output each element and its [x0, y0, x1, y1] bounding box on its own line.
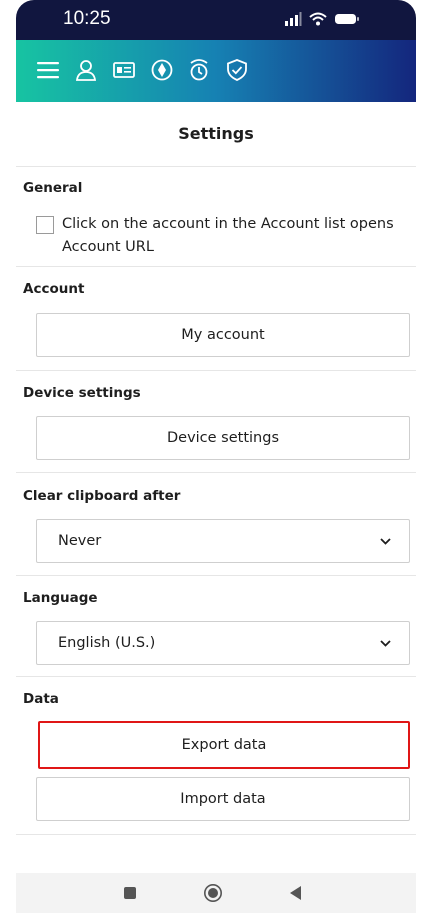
- chevron-down-icon: [379, 637, 391, 649]
- device-settings-button[interactable]: Device settings: [36, 416, 410, 460]
- clear-clipboard-select[interactable]: Never: [36, 519, 410, 563]
- language-select[interactable]: English (U.S.): [36, 621, 410, 665]
- user-icon[interactable]: [71, 55, 101, 85]
- recents-icon[interactable]: [118, 883, 142, 903]
- section-title-device-settings: Device settings: [23, 385, 141, 401]
- section-title-general: General: [23, 180, 83, 196]
- home-icon[interactable]: [201, 883, 225, 903]
- id-card-icon[interactable]: [109, 55, 139, 85]
- page-title: Settings: [16, 102, 416, 167]
- section-title-language: Language: [23, 590, 98, 606]
- section-general: General Click on the account in the Acco…: [16, 167, 416, 267]
- section-title-clear-clipboard: Clear clipboard after: [23, 488, 181, 504]
- stopwatch-icon[interactable]: [184, 55, 214, 85]
- section-device-settings: Device settings Device settings: [16, 371, 416, 473]
- signal-icon: [284, 11, 302, 30]
- import-data-button[interactable]: Import data: [36, 777, 410, 821]
- battery-icon: [334, 11, 360, 30]
- palette-icon[interactable]: [147, 55, 177, 85]
- my-account-button[interactable]: My account: [36, 313, 410, 357]
- app-header: [16, 40, 416, 102]
- section-title-data: Data: [23, 691, 59, 707]
- language-value: English (U.S.): [58, 635, 156, 651]
- section-title-account: Account: [23, 281, 85, 297]
- section-language: Language English (U.S.): [16, 576, 416, 677]
- account-url-checkbox-label[interactable]: Click on the account in the Account list…: [62, 213, 412, 259]
- shield-check-icon[interactable]: [222, 55, 252, 85]
- wifi-icon: [309, 11, 327, 30]
- section-account: Account My account: [16, 267, 416, 371]
- menu-icon[interactable]: [33, 55, 63, 85]
- status-icons: [284, 11, 360, 29]
- settings-content: Settings General Click on the account in…: [16, 102, 416, 835]
- status-time: 10:25: [63, 8, 111, 29]
- section-clear-clipboard: Clear clipboard after Never: [16, 473, 416, 576]
- status-bar: 10:25: [16, 0, 416, 40]
- navigation-bar: [16, 873, 416, 913]
- export-data-button[interactable]: Export data: [38, 721, 410, 769]
- section-data: Data Export data Import data: [16, 677, 416, 835]
- back-icon[interactable]: [283, 883, 307, 903]
- chevron-down-icon: [379, 535, 391, 547]
- account-url-checkbox[interactable]: [36, 216, 54, 234]
- clear-clipboard-value: Never: [58, 533, 102, 549]
